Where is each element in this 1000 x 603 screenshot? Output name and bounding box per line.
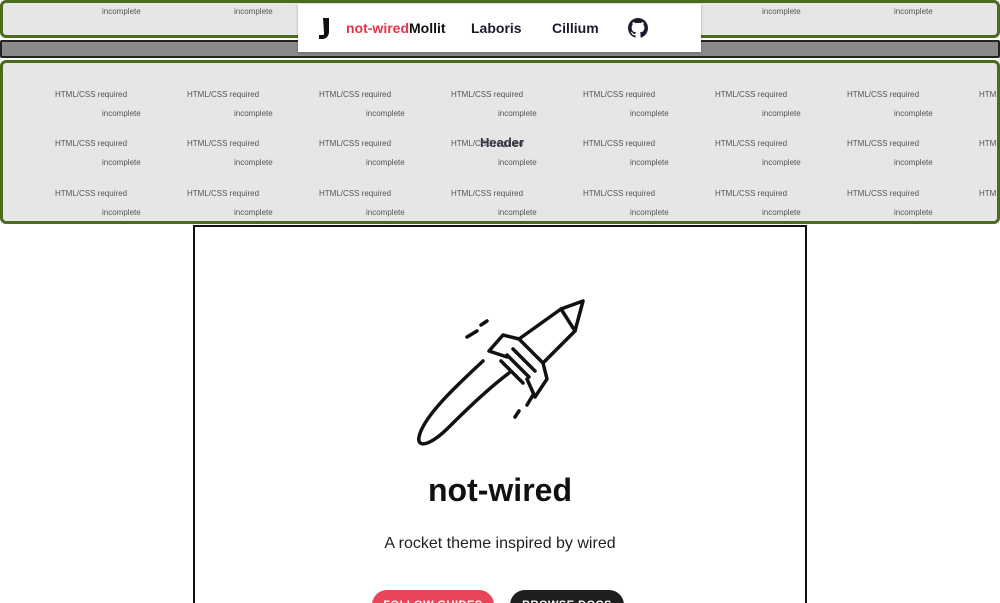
incomplete-label: incomplete: [762, 158, 801, 167]
incomplete-label: incomplete: [894, 7, 933, 16]
html-css-required-label: HTML/CSS required: [847, 90, 920, 99]
incomplete-label: incomplete: [894, 208, 933, 217]
nav-link-cillium[interactable]: Cillium: [552, 20, 599, 36]
incomplete-label: incomplete: [498, 208, 537, 217]
brand-name-accent: not-wired: [346, 20, 409, 36]
incomplete-label: incomplete: [762, 7, 801, 16]
incomplete-label: incomplete: [498, 158, 537, 167]
html-css-required-label: HTML/CSS required: [583, 139, 656, 148]
nav-link-laboris[interactable]: Laboris: [471, 20, 522, 36]
sock-icon[interactable]: [318, 17, 336, 41]
html-css-required-label: HTML/CSS required: [715, 189, 788, 198]
top-navbar: not-wiredMollit Laboris Cillium: [298, 4, 701, 52]
incomplete-label: incomplete: [630, 109, 669, 118]
incomplete-label: incomplete: [234, 7, 273, 16]
incomplete-label: incomplete: [102, 158, 141, 167]
incomplete-label: incomplete: [894, 109, 933, 118]
html-css-required-label: HTML/CSS required: [847, 139, 920, 148]
header-label: Header: [480, 135, 525, 150]
incomplete-label: incomplete: [498, 109, 537, 118]
incomplete-label: incomplete: [234, 158, 273, 167]
html-css-required-label: HTML/CSS required: [715, 90, 788, 99]
follow-guides-button[interactable]: FOLLOW GUIDES: [372, 590, 494, 603]
html-css-required-label: HTML/CSS required: [55, 139, 128, 148]
html-css-required-label: HTML/CSS required: [55, 189, 128, 198]
incomplete-label: incomplete: [894, 158, 933, 167]
html-css-required-label: HTML/CSS required: [583, 189, 656, 198]
incomplete-label: incomplete: [234, 109, 273, 118]
wireframe-header-band: HTML/CSS required incomplete HTML/CSS requ…: [0, 60, 1000, 224]
incomplete-label: incomplete: [366, 208, 405, 217]
browse-docs-button[interactable]: BROWSE DOCS: [510, 590, 624, 603]
incomplete-label: incomplete: [102, 208, 141, 217]
html-css-required-label: HTML/CSS required: [319, 189, 392, 198]
html-css-required-label: HTML/CSS required: [187, 90, 260, 99]
html-css-required-label: HTML/CSS required: [319, 90, 392, 99]
incomplete-label: incomplete: [102, 109, 141, 118]
html-css-required-label: HTML/CSS required: [847, 189, 920, 198]
html-css-required-label: HTML/CSS required: [451, 189, 524, 198]
brand-name[interactable]: not-wiredMollit: [346, 20, 446, 36]
html-css-required-label: HTML/CSS required: [979, 139, 1000, 148]
incomplete-label: incomplete: [630, 158, 669, 167]
incomplete-label: incomplete: [234, 208, 273, 217]
html-css-required-label: HTML/CSS required: [319, 139, 392, 148]
incomplete-label: incomplete: [102, 7, 141, 16]
html-css-required-label: HTML/CSS required: [187, 189, 260, 198]
html-css-required-label: HTML/CSS required: [979, 90, 1000, 99]
hero-subtitle: A rocket theme inspired by wired: [384, 535, 616, 552]
html-css-required-label: HTML/CSS required: [451, 90, 524, 99]
incomplete-label: incomplete: [762, 208, 801, 217]
html-css-required-label: HTML/CSS required: [187, 139, 260, 148]
hero-title: not-wired: [428, 472, 572, 508]
brand-name-suffix: Mollit: [409, 20, 446, 36]
incomplete-label: incomplete: [366, 158, 405, 167]
github-icon[interactable]: [628, 18, 648, 38]
html-css-required-label: HTML/CSS required: [583, 90, 656, 99]
incomplete-label: incomplete: [630, 208, 669, 217]
incomplete-label: incomplete: [762, 109, 801, 118]
incomplete-label: incomplete: [366, 109, 405, 118]
html-css-required-label: HTML/CSS required: [979, 189, 1000, 198]
html-css-required-label: HTML/CSS required: [55, 90, 128, 99]
rocket-icon: [417, 299, 585, 446]
hero-card: not-wired A rocket theme inspired by wir…: [193, 225, 807, 603]
html-css-required-label: HTML/CSS required: [715, 139, 788, 148]
